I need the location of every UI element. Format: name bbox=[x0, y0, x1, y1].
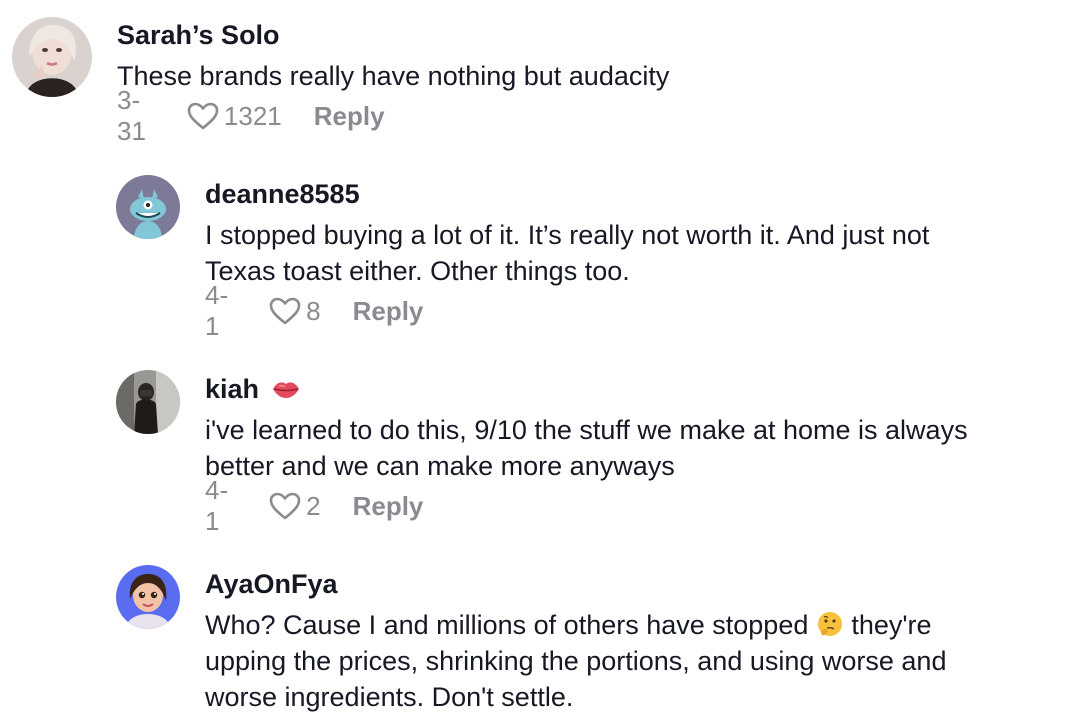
comment-username[interactable]: kiah bbox=[205, 374, 301, 405]
comment-date: 4-1 bbox=[205, 475, 229, 536]
comment-text: These brands really have nothing but aud… bbox=[117, 61, 670, 91]
like-count: 1321 bbox=[223, 100, 282, 131]
comment-text: Who? Cause I and millions of others have… bbox=[205, 607, 932, 643]
avatar[interactable] bbox=[116, 565, 180, 629]
avatar[interactable] bbox=[12, 17, 92, 97]
avatar[interactable] bbox=[116, 175, 180, 239]
comment-text: better and we can make more anyways bbox=[205, 451, 675, 481]
heart-icon bbox=[269, 297, 301, 325]
comment-text: i've learned to do this, 9/10 the stuff … bbox=[205, 415, 968, 445]
comment-text: upping the prices, shrinking the portion… bbox=[205, 646, 947, 676]
comment-text: worse ingredients. Don't settle. bbox=[205, 682, 574, 712]
comment-text: Texas toast either. Other things too. bbox=[205, 256, 630, 286]
comment-meta: 4-1 2 Reply bbox=[205, 475, 424, 536]
comment-username[interactable]: AyaOnFya bbox=[205, 569, 338, 600]
like-button[interactable]: 8 bbox=[268, 295, 321, 327]
comment-username-text: kiah bbox=[205, 374, 260, 404]
reply-button[interactable]: Reply bbox=[314, 101, 385, 132]
like-button[interactable]: 1321 bbox=[186, 101, 282, 132]
comment-username[interactable]: Sarah’s Solo bbox=[117, 20, 280, 51]
comment-text-part: Who? Cause I and millions of others have… bbox=[205, 610, 816, 640]
reply-button[interactable]: Reply bbox=[353, 296, 424, 327]
comment-meta: 3-31 1321 Reply bbox=[117, 85, 385, 146]
like-button[interactable]: 2 bbox=[268, 490, 321, 522]
thinking-face-emoji-icon bbox=[817, 612, 842, 636]
comment-text-part: they're bbox=[843, 610, 932, 640]
comment-date: 4-1 bbox=[205, 280, 229, 341]
comment-date: 3-31 bbox=[117, 85, 146, 146]
like-count: 2 bbox=[306, 490, 321, 521]
comment-meta: 4-1 8 Reply bbox=[205, 280, 424, 341]
heart-icon bbox=[269, 492, 301, 520]
avatar[interactable] bbox=[116, 370, 180, 434]
comment-username[interactable]: deanne8585 bbox=[205, 179, 360, 210]
comment-text: I stopped buying a lot of it. It’s reall… bbox=[205, 220, 930, 250]
heart-icon bbox=[187, 102, 219, 130]
reply-button[interactable]: Reply bbox=[353, 491, 424, 522]
like-count: 8 bbox=[306, 295, 321, 326]
lips-emoji-icon bbox=[272, 382, 299, 398]
